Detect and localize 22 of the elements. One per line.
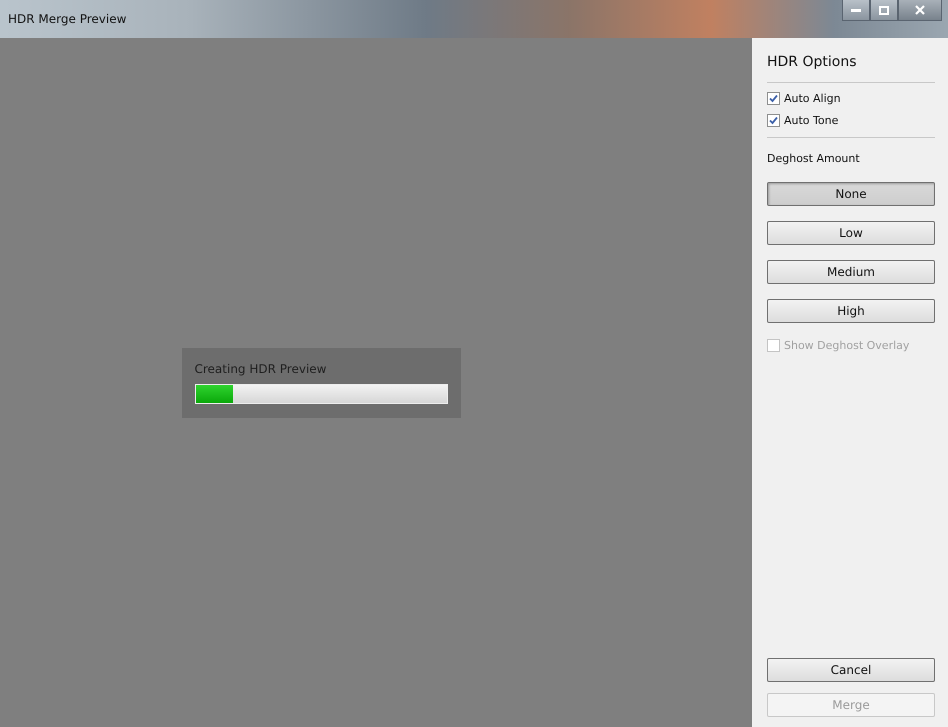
maximize-button[interactable] [870,0,898,21]
close-button[interactable] [898,0,942,21]
deghost-button[interactable]: Low [767,221,935,245]
progress-label: Creating HDR Preview [194,362,328,376]
checkbox-label: Auto Align [784,92,841,105]
minimize-button[interactable] [842,0,870,21]
checkbox-label: Show Deghost Overlay [784,339,910,352]
close-icon [915,5,925,15]
checkmark-icon [769,116,778,125]
deghost-button[interactable]: Medium [767,260,935,284]
checkbox[interactable] [767,114,780,127]
minimize-icon [851,8,861,12]
section-label: Deghost Amount [767,152,861,165]
checkmark-icon [769,94,778,103]
deghost-button[interactable]: None [767,182,935,206]
dialog-button[interactable]: Cancel [767,658,935,682]
maximize-icon [879,6,889,14]
checkbox[interactable] [767,92,780,105]
window-title: HDR Merge Preview [8,12,126,26]
deghost-button[interactable]: High [767,299,935,323]
checkbox-label: Auto Tone [784,114,838,127]
panel-title: HDR Options [767,54,935,83]
